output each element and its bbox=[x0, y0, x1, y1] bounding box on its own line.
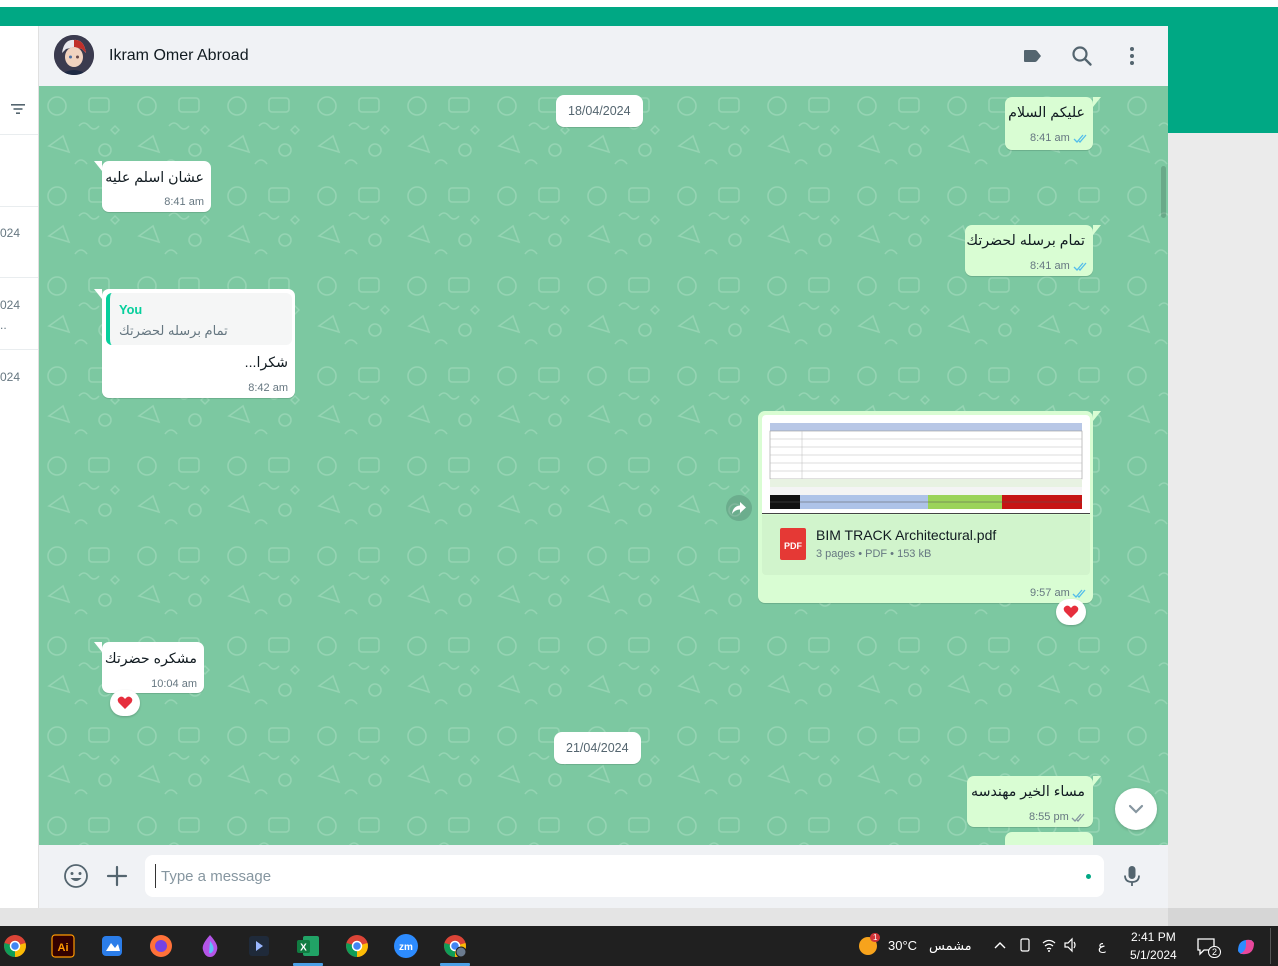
wifi-icon[interactable] bbox=[1041, 937, 1057, 953]
svg-text:zm: zm bbox=[399, 942, 413, 953]
message-reaction[interactable] bbox=[1056, 599, 1086, 625]
svg-text:X: X bbox=[300, 943, 307, 954]
chat-date: 024 bbox=[0, 298, 21, 312]
read-receipt-icon bbox=[1073, 262, 1087, 271]
chat-messages-area[interactable]: 18/04/2024 عليكم السلام 8:41 am عشان اسل… bbox=[39, 86, 1168, 845]
paint-icon[interactable] bbox=[99, 933, 125, 959]
attach-plus-icon[interactable] bbox=[104, 863, 130, 889]
message-time: 8:41 am bbox=[1030, 132, 1070, 144]
drop-icon[interactable] bbox=[197, 933, 223, 959]
window-top-bar bbox=[0, 0, 1278, 26]
message-composer bbox=[39, 845, 1168, 908]
chat-date: 024 bbox=[0, 370, 21, 384]
outgoing-message-partial[interactable] bbox=[1005, 832, 1093, 845]
document-file-name[interactable]: BIM TRACK Architectural.pdf bbox=[816, 527, 996, 543]
outgoing-message[interactable]: عليكم السلام 8:41 am bbox=[1005, 97, 1101, 150]
device-icon[interactable] bbox=[1018, 937, 1032, 953]
excel-icon[interactable]: X bbox=[295, 933, 321, 959]
list-divider bbox=[0, 349, 38, 350]
incoming-message[interactable]: عشان اسلم عليه 8:41 am bbox=[94, 161, 211, 212]
message-text: شكرا... bbox=[244, 355, 288, 371]
message-text: مساء الخير مهندسه bbox=[970, 784, 1085, 800]
right-background bbox=[1168, 133, 1278, 908]
chat-list-panel: 024 024 .. 024 bbox=[0, 26, 39, 908]
message-text: مشكره حضرتك bbox=[104, 651, 197, 667]
chevron-down-icon bbox=[1128, 804, 1144, 814]
volume-icon[interactable] bbox=[1063, 937, 1079, 953]
search-icon[interactable] bbox=[1071, 45, 1093, 67]
document-file-meta: 3 pages • PDF • 153 kB bbox=[816, 548, 932, 560]
firefox-icon[interactable] bbox=[148, 933, 174, 959]
date-divider: 18/04/2024 bbox=[556, 95, 643, 127]
chat-scrollbar[interactable] bbox=[1159, 86, 1168, 845]
list-divider bbox=[0, 134, 38, 135]
pdf-preview-thumbnail[interactable] bbox=[762, 415, 1090, 514]
clock-time[interactable]: 2:41 PM bbox=[1131, 930, 1176, 944]
message-text: تمام برسله لحضرتك bbox=[966, 233, 1085, 249]
message-time: 8:41 am bbox=[164, 196, 204, 208]
message-time: 9:57 am bbox=[1030, 587, 1070, 599]
right-accent-panel bbox=[1168, 26, 1278, 133]
outgoing-message[interactable]: مساء الخير مهندسه 8:55 pm bbox=[967, 776, 1101, 827]
message-time: 8:55 pm bbox=[1029, 811, 1069, 823]
read-receipt-icon bbox=[1073, 134, 1087, 143]
pdf-file-icon: PDF bbox=[780, 528, 806, 560]
message-input[interactable] bbox=[155, 864, 1055, 888]
quote-text: تمام برسله لحضرتك bbox=[119, 323, 228, 338]
list-divider bbox=[0, 277, 38, 278]
premiere-icon[interactable] bbox=[246, 933, 272, 959]
chat-header[interactable]: Ikram Omer Abroad bbox=[39, 26, 1168, 86]
chrome-profile-2-icon[interactable] bbox=[442, 933, 468, 959]
chrome-icon[interactable] bbox=[344, 933, 370, 959]
list-divider bbox=[0, 206, 38, 207]
microphone-icon[interactable] bbox=[1119, 863, 1145, 889]
show-desktop-divider[interactable] bbox=[1270, 928, 1271, 964]
chrome-profile-icon[interactable] bbox=[2, 933, 28, 959]
heart-icon bbox=[117, 696, 133, 709]
label-icon[interactable] bbox=[1021, 45, 1043, 67]
chevron-up-icon[interactable] bbox=[993, 940, 1007, 950]
outgoing-message[interactable]: تمام برسله لحضرتك 8:41 am bbox=[965, 225, 1101, 276]
incoming-reply-message[interactable]: You تمام برسله لحضرتك شكرا... 8:42 am bbox=[94, 289, 295, 398]
clock-date[interactable]: 5/1/2024 bbox=[1130, 948, 1177, 962]
read-receipt-icon bbox=[1072, 589, 1086, 598]
input-language[interactable]: ع bbox=[1098, 938, 1106, 954]
outgoing-document-message[interactable]: PDF BIM TRACK Architectural.pdf 3 pages … bbox=[758, 411, 1101, 603]
weather-temperature[interactable]: 30°C bbox=[888, 938, 917, 953]
status-dot bbox=[1086, 874, 1091, 879]
svg-text:Ai: Ai bbox=[58, 942, 69, 954]
illustrator-icon[interactable]: Ai bbox=[50, 933, 76, 959]
message-text: عليكم السلام bbox=[1008, 105, 1085, 121]
chat-date: 024 bbox=[0, 226, 21, 240]
menu-icon[interactable] bbox=[1121, 45, 1143, 67]
date-divider: 21/04/2024 bbox=[554, 732, 641, 764]
forward-button[interactable] bbox=[726, 495, 752, 521]
message-reaction[interactable] bbox=[110, 690, 140, 716]
heart-icon bbox=[1063, 605, 1079, 618]
quoted-message[interactable]: You تمام برسله لحضرتك bbox=[106, 293, 292, 345]
quote-author: You bbox=[119, 302, 143, 317]
contact-avatar[interactable] bbox=[54, 35, 94, 75]
chat-preview-ellipsis: .. bbox=[0, 318, 7, 332]
message-text: عشان اسلم عليه bbox=[105, 170, 204, 186]
weather-condition[interactable]: مشمس bbox=[929, 938, 972, 954]
document-info[interactable]: PDF BIM TRACK Architectural.pdf 3 pages … bbox=[762, 515, 1090, 575]
notification-count: 2 bbox=[1208, 946, 1222, 958]
message-time: 8:42 am bbox=[248, 382, 288, 394]
scroll-to-bottom-button[interactable] bbox=[1115, 788, 1157, 830]
read-receipt-icon bbox=[1071, 813, 1085, 822]
contact-name[interactable]: Ikram Omer Abroad bbox=[109, 47, 249, 65]
message-input-box[interactable] bbox=[145, 855, 1104, 897]
message-time: 10:04 am bbox=[151, 678, 197, 690]
windows-taskbar: Ai X zm 1 30°C مشمس ع 2:41 PM 5/1/2024 2 bbox=[0, 926, 1278, 966]
message-time: 8:41 am bbox=[1030, 260, 1070, 272]
incoming-message[interactable]: مشكره حضرتك 10:04 am bbox=[94, 642, 204, 693]
scroll-thumb[interactable] bbox=[1161, 166, 1166, 218]
copilot-icon[interactable] bbox=[1234, 935, 1258, 959]
zoom-icon[interactable]: zm bbox=[393, 933, 419, 959]
bottom-background bbox=[0, 908, 1168, 926]
emoji-icon[interactable] bbox=[63, 863, 89, 889]
filter-icon[interactable] bbox=[10, 102, 26, 116]
forward-icon bbox=[732, 502, 746, 514]
